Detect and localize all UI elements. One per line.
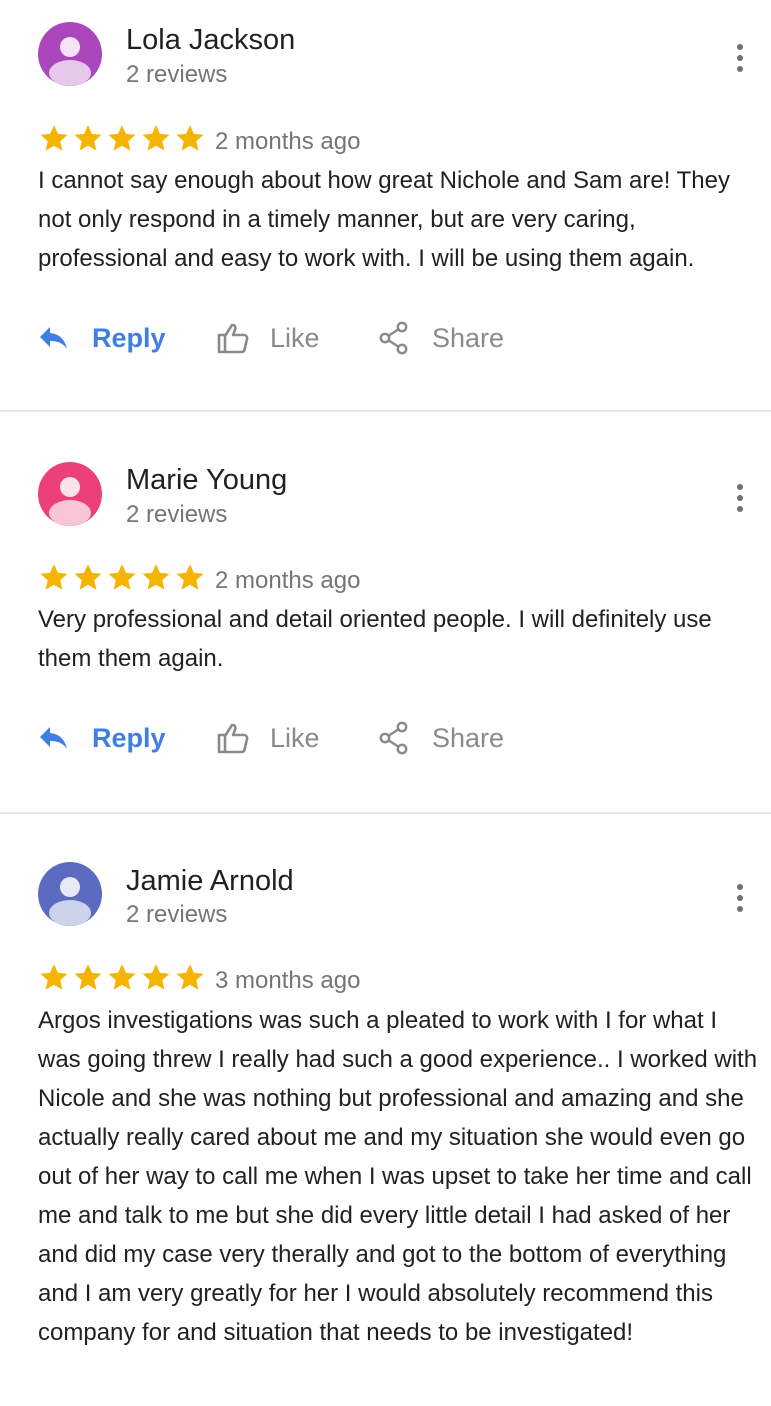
like-button[interactable]: Like — [216, 318, 320, 358]
review-actions: Reply Like Share — [38, 718, 738, 758]
share-button[interactable]: Share — [378, 318, 504, 358]
review-text: Very professional and detail oriented pe… — [38, 606, 712, 672]
reply-icon — [40, 327, 67, 349]
star-icon — [174, 961, 206, 993]
reply-icon — [40, 727, 67, 749]
more-options-icon[interactable] — [722, 38, 758, 78]
star-icon — [174, 561, 206, 593]
star-icon — [106, 561, 138, 593]
reviewer-name[interactable]: Marie Young — [126, 463, 287, 497]
review-count: 2 reviews — [126, 901, 228, 928]
review-card: Jamie Arnold 2 reviews 3 months ago Argo… — [0, 814, 771, 1406]
review-date: 2 months ago — [215, 567, 361, 594]
star-icon — [140, 561, 172, 593]
star-rating — [38, 121, 206, 155]
person-icon — [38, 22, 102, 86]
review-date: 3 months ago — [215, 967, 361, 994]
review-text: Argos investigations was such a pleated … — [38, 1007, 758, 1346]
reply-label: Reply — [92, 322, 166, 353]
star-icon — [38, 961, 70, 993]
review-card: Lola Jackson 2 reviews 2 months ago I ca… — [0, 0, 771, 412]
review-count: 2 reviews — [126, 501, 228, 528]
reviewer-name[interactable]: Lola Jackson — [126, 23, 295, 57]
review-date: 2 months ago — [215, 128, 361, 155]
person-icon — [38, 462, 102, 526]
like-label: Like — [270, 722, 320, 753]
share-icon — [379, 321, 408, 355]
star-icon — [72, 561, 104, 593]
share-icon — [379, 721, 408, 755]
star-icon — [38, 561, 70, 593]
reply-label: Reply — [92, 722, 166, 753]
review-count: 2 reviews — [126, 61, 228, 88]
star-icon — [106, 122, 138, 154]
thumbs-up-icon — [217, 323, 249, 354]
avatar[interactable] — [38, 22, 102, 86]
review-actions: Reply Like Share — [38, 318, 738, 358]
reply-button[interactable]: Reply — [38, 318, 166, 358]
review-text: I cannot say enough about how great Nich… — [38, 167, 731, 272]
share-button[interactable]: Share — [378, 718, 504, 758]
star-icon — [72, 122, 104, 154]
review-card: Marie Young 2 reviews 2 months ago Very … — [0, 412, 771, 814]
more-options-icon[interactable] — [722, 878, 758, 918]
star-icon — [174, 122, 206, 154]
person-icon — [38, 862, 102, 926]
star-rating — [38, 560, 206, 594]
reviewer-name[interactable]: Jamie Arnold — [126, 864, 294, 898]
star-icon — [106, 961, 138, 993]
share-label: Share — [432, 722, 505, 753]
avatar[interactable] — [38, 462, 102, 526]
like-button[interactable]: Like — [216, 718, 320, 758]
star-icon — [38, 122, 70, 154]
star-icon — [140, 122, 172, 154]
like-label: Like — [270, 322, 320, 353]
more-options-icon[interactable] — [722, 478, 758, 518]
thumbs-up-icon — [217, 723, 249, 754]
share-label: Share — [432, 322, 505, 353]
star-icon — [140, 961, 172, 993]
reply-button[interactable]: Reply — [38, 718, 166, 758]
star-rating — [38, 960, 206, 994]
avatar[interactable] — [38, 862, 102, 926]
star-icon — [72, 961, 104, 993]
